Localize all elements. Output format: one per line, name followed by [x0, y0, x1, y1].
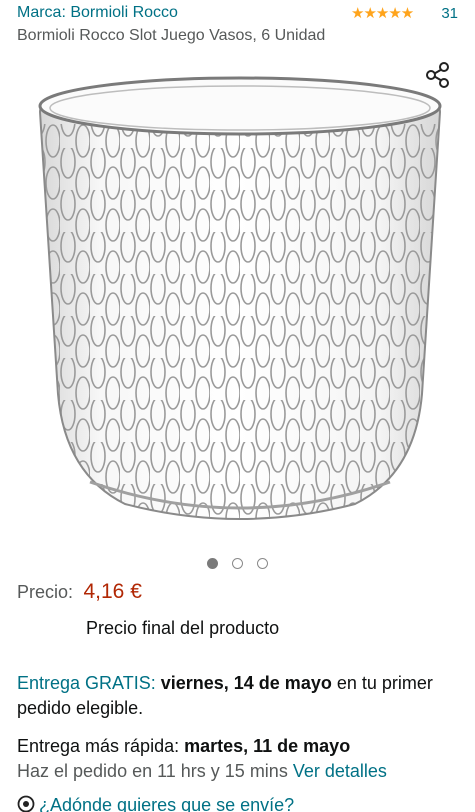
fast-delivery-label: Entrega más rápida:	[17, 736, 185, 756]
fast-delivery-date: martes, 11 de mayo	[184, 736, 351, 756]
price-note: Precio final del producto	[86, 618, 280, 638]
carousel-dot-3[interactable]	[257, 558, 269, 570]
fast-delivery-info: Entrega más rápida: martes, 11 de mayo H…	[17, 734, 462, 784]
price-row: Precio: 4,16 €	[17, 580, 142, 606]
rating-count[interactable]: 31	[441, 5, 458, 22]
free-delivery-label[interactable]: Entrega GRATIS:	[17, 673, 156, 693]
details-link[interactable]: Ver detalles	[293, 761, 387, 781]
rating-stars-icon[interactable]: ★★★★★	[351, 4, 414, 22]
order-countdown: Haz el pedido en 11 hrs y 15 mins	[17, 761, 293, 781]
delivery-location-label[interactable]: ¿Adónde quieres que se envíe?	[39, 795, 294, 812]
product-image[interactable]	[30, 64, 448, 526]
brand-link[interactable]: Marca: Bormioli Rocco	[17, 4, 178, 22]
location-pin-icon	[17, 795, 35, 812]
free-delivery-date: viernes, 14 de mayo	[160, 673, 332, 693]
brand-rating-row: Marca: Bormioli Rocco ★★★★★ 31	[17, 3, 458, 25]
product-title: Bormioli Rocco Slot Juego Vasos, 6 Unida…	[17, 27, 326, 44]
carousel-dot-2[interactable]	[232, 558, 243, 570]
price-value: 4,16 €	[83, 580, 142, 603]
price-label: Precio:	[17, 582, 74, 602]
carousel-dot-1[interactable]	[206, 558, 218, 570]
image-carousel-dots	[0, 555, 475, 570]
delivery-location-link[interactable]: ¿Adónde quieres que se envíe?	[17, 795, 294, 812]
free-delivery-info: Entrega GRATIS: viernes, 14 de mayo en t…	[17, 671, 457, 721]
